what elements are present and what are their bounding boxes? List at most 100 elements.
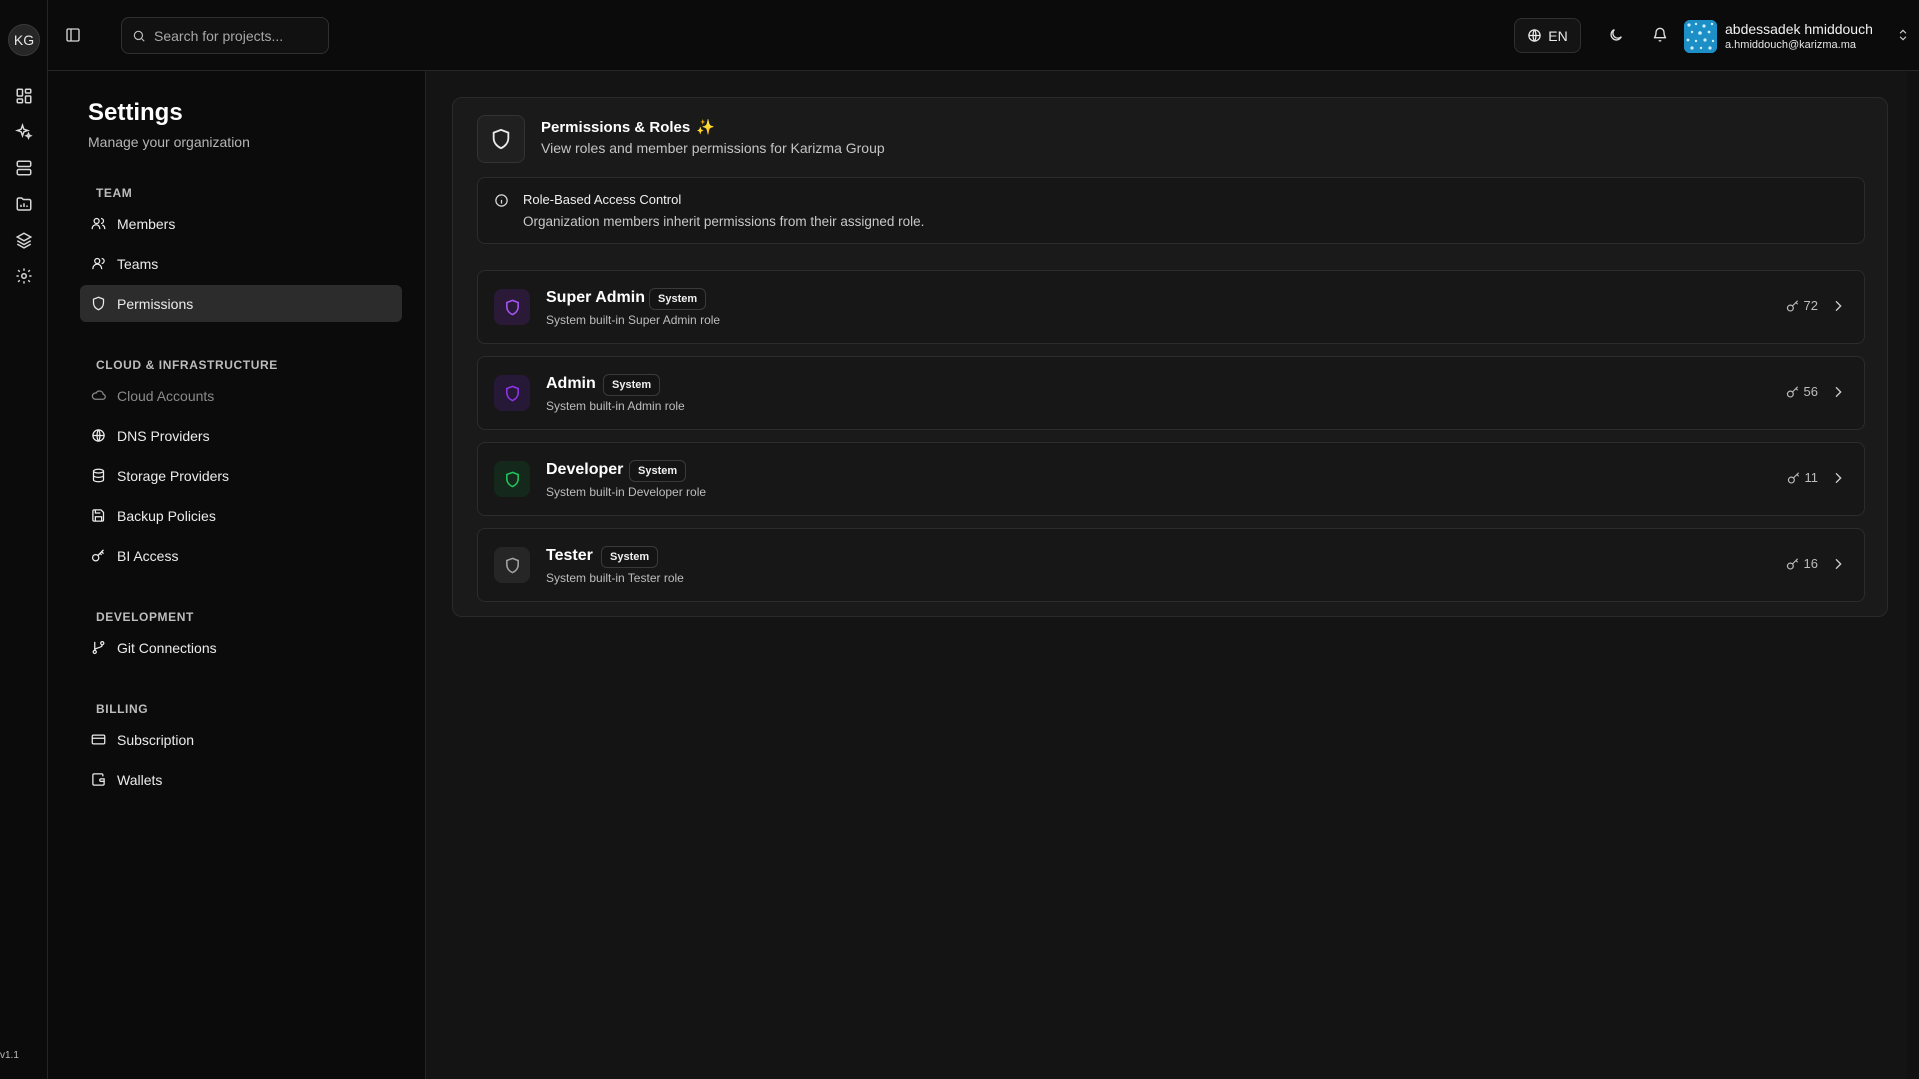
layers-icon[interactable] [11,227,37,253]
sidebar-item-label: Storage Providers [117,467,230,484]
search-icon [132,29,146,43]
sidebar-item-dns-providers[interactable]: DNS Providers [80,417,402,454]
sidebar-item-backup-policies[interactable]: Backup Policies [80,497,402,534]
role-badge: System [601,546,659,568]
chevron-right-icon [1830,556,1846,572]
permission-count-value: 72 [1803,298,1818,313]
sidebar-item-bi-access[interactable]: BI Access [80,537,402,574]
role-badge: System [649,288,707,310]
role-badge: System [603,374,661,396]
moon-icon[interactable] [1604,23,1628,47]
permission-count: 16 [1786,556,1818,571]
dashboard-grid-icon[interactable] [11,83,37,109]
sidebar-toggle-icon[interactable] [62,23,84,47]
role-row-admin[interactable]: Admin System System built-in Admin role … [477,356,1865,430]
page-title-text: Permissions & Roles [541,118,691,136]
user-menu[interactable]: abdessadek hmiddouch a.hmiddouch@karizma… [1684,16,1910,56]
gear-icon[interactable] [11,263,37,289]
cloud-icon [90,388,106,404]
rbac-info-box: Role-Based Access Control Organization m… [477,177,1865,244]
shield-icon [494,547,530,583]
sidebar-item-permissions[interactable]: Permissions [80,285,402,322]
save-icon [90,508,106,524]
nav-group-team: TEAM [96,186,133,200]
app-version: v1.1 [0,1050,19,1061]
nav-group-cloud: CLOUD & INFRASTRUCTURE [96,358,278,372]
key-icon [1787,471,1801,485]
chevrons-up-down-icon [1896,26,1910,44]
page-subtitle: View roles and member permissions for Ka… [541,140,885,156]
role-row-tester[interactable]: Tester System System built-in Tester rol… [477,528,1865,602]
folder-chart-icon[interactable] [11,191,37,217]
role-description: System built-in Super Admin role [546,313,721,327]
permission-count: 56 [1786,384,1818,399]
role-row-developer[interactable]: Developer System System built-in Develop… [477,442,1865,516]
sidebar-item-label: Permissions [117,295,194,312]
sidebar-item-label: Git Connections [117,639,217,656]
app-rail: KG v1.1 [0,0,48,1079]
role-description: System built-in Tester role [546,571,684,585]
permission-count: 11 [1787,470,1819,485]
sidebar-item-wallets[interactable]: Wallets [80,761,402,798]
sidebar-item-label: Backup Policies [117,507,216,524]
chevron-right-icon [1830,298,1846,314]
sidebar-item-members[interactable]: Members [80,205,402,242]
settings-sidebar: Settings Manage your organization TEAM M… [48,71,426,1079]
sidebar-item-label: Wallets [117,771,163,788]
shield-icon [494,289,530,325]
key-icon [1786,557,1800,571]
sidebar-item-label: Cloud Accounts [117,387,215,404]
nav-group-billing: BILLING [96,702,149,716]
settings-title: Settings [88,99,183,126]
sidebar-item-label: DNS Providers [117,427,210,444]
role-name: Admin [546,375,596,392]
shield-icon [494,461,530,497]
sidebar-item-git-connections[interactable]: Git Connections [80,629,402,666]
user-email: a.hmiddouch@karizma.ma [1725,38,1856,51]
info-title: Role-Based Access Control [523,192,682,207]
servers-icon[interactable] [11,155,37,181]
sparkle-emoji: ✨ [696,119,715,136]
chevron-right-icon [1830,470,1846,486]
org-avatar[interactable]: KG [8,24,40,56]
role-description: System built-in Admin role [546,399,685,413]
sidebar-item-teams[interactable]: Teams [80,245,402,282]
sidebar-item-subscription[interactable]: Subscription [80,721,402,758]
key-icon [1786,385,1800,399]
shield-icon [90,296,106,312]
page-scrollbar[interactable] [1907,71,1919,1079]
role-badge: System [629,460,687,482]
key-icon [1786,299,1800,313]
role-name: Super Admin [546,289,645,306]
page-title: Permissions & Roles ✨ [541,118,715,137]
language-button[interactable]: EN [1514,18,1581,53]
role-description: System built-in Developer role [546,485,707,499]
credit-card-icon [90,732,106,748]
git-branch-icon [90,640,106,656]
permission-count: 72 [1786,298,1818,313]
nav-group-development: DEVELOPMENT [96,610,194,624]
permission-count-value: 16 [1803,556,1818,571]
avatar [1684,19,1717,53]
user-icon [90,256,106,272]
role-row-super-admin[interactable]: Super Admin System System built-in Super… [477,270,1865,344]
search-input[interactable] [154,27,314,44]
chevron-right-icon [1830,384,1846,400]
key-icon [90,548,106,564]
bell-icon[interactable] [1648,23,1672,47]
globe-icon [1527,28,1542,43]
sidebar-item-label: Members [117,215,176,232]
permission-count-value: 11 [1804,470,1819,485]
shield-icon [494,375,530,411]
sidebar-item-label: BI Access [117,547,179,564]
sparkles-icon[interactable] [11,119,37,145]
permission-count-value: 56 [1803,384,1818,399]
role-name: Tester [546,547,593,564]
sidebar-item-storage-providers[interactable]: Storage Providers [80,457,402,494]
sidebar-item-label: Subscription [117,731,195,748]
sidebar-item-cloud-accounts[interactable]: Cloud Accounts [80,377,402,414]
search-box[interactable] [121,17,329,54]
users-icon [90,216,106,232]
permissions-card: Permissions & Roles ✨ View roles and mem… [452,97,1888,617]
info-icon [494,193,509,208]
